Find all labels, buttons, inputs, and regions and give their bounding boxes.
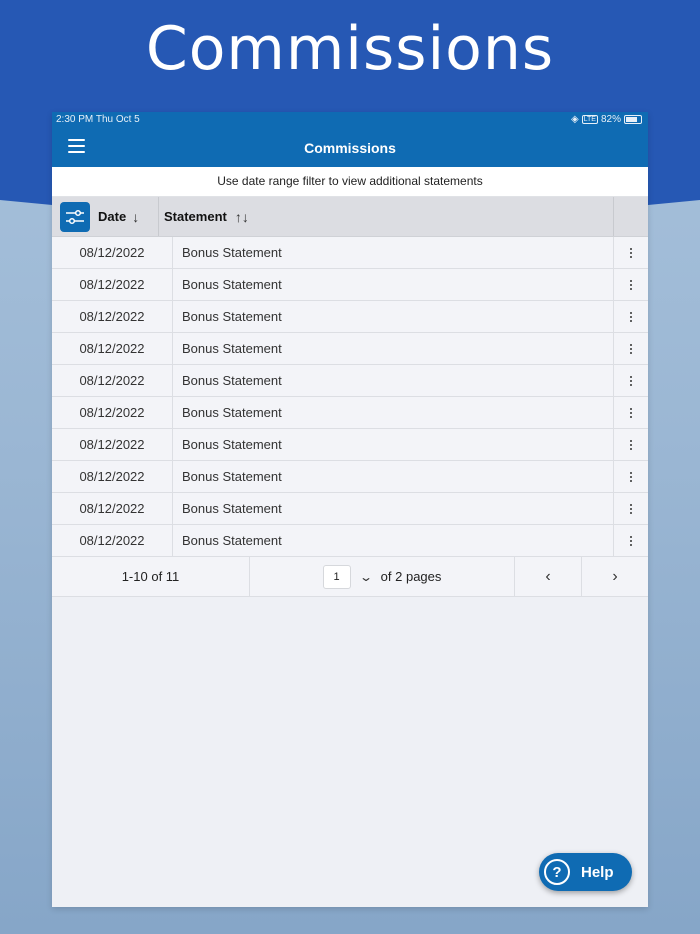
wifi-icon: ◈ [570,114,579,125]
row-date: 08/12/2022 [52,237,173,268]
header-title: Commissions [304,140,396,156]
chevron-left-icon: ‹ [545,567,551,585]
column-header-statement[interactable]: Statement ↑↓ [159,209,613,225]
column-header-date[interactable]: Date ↓ [90,209,158,225]
row-statement: Bonus Statement [182,341,282,356]
battery-level: 82% [600,114,621,125]
row-more-button[interactable] [613,301,648,332]
help-label: Help [581,863,614,881]
sort-descending-icon: ↓ [132,208,140,225]
row-date: 08/12/2022 [52,269,173,300]
sort-toggle-icon: ↑↓ [234,208,249,225]
row-date: 08/12/2022 [52,429,173,460]
next-page-button[interactable]: › [581,557,648,596]
row-statement: Bonus Statement [182,501,282,516]
table-row[interactable]: 08/12/2022 Bonus Statement [52,269,648,301]
row-statement: Bonus Statement [182,277,282,292]
page-selector: 1 ⌄ of 2 pages [250,557,515,596]
column-header-actions [613,197,648,236]
status-bar: 2:30 PM Thu Oct 5 ◈ LTE 82% [52,112,648,128]
row-date: 08/12/2022 [52,397,173,428]
filter-sliders-icon [66,209,84,224]
table-row[interactable]: 08/12/2022 Bonus Statement [52,461,648,493]
row-more-button[interactable] [613,461,648,492]
more-vertical-icon [630,375,632,386]
row-date: 08/12/2022 [52,301,173,332]
row-date: 08/12/2022 [52,525,173,556]
column-statement-label: Statement [164,209,227,224]
table-row[interactable]: 08/12/2022 Bonus Statement [52,493,648,525]
row-statement: Bonus Statement [182,533,282,548]
hero-title: Commissions [145,14,555,84]
row-more-button[interactable] [613,493,648,524]
row-statement: Bonus Statement [182,373,282,388]
statement-list: 08/12/2022 Bonus Statement 08/12/2022 Bo… [52,237,648,557]
app-header: 2:30 PM Thu Oct 5 ◈ LTE 82% Commissions [52,112,648,167]
more-vertical-icon [630,279,632,290]
table-row[interactable]: 08/12/2022 Bonus Statement [52,365,648,397]
row-more-button[interactable] [613,397,648,428]
row-statement: Bonus Statement [182,437,282,452]
chevron-right-icon: › [612,567,618,585]
row-more-button[interactable] [613,525,648,556]
row-more-button[interactable] [613,269,648,300]
chevron-down-icon[interactable]: ⌄ [359,570,373,584]
table-row[interactable]: 08/12/2022 Bonus Statement [52,301,648,333]
network-badge: LTE [581,115,598,124]
battery-icon [624,115,642,124]
table-row[interactable]: 08/12/2022 Bonus Statement [52,333,648,365]
page-number-input[interactable]: 1 [322,564,351,589]
row-date: 08/12/2022 [52,333,173,364]
row-more-button[interactable] [613,429,648,460]
date-filter-notice: Use date range filter to view additional… [52,167,648,197]
row-date: 08/12/2022 [52,493,173,524]
app-screen: 2:30 PM Thu Oct 5 ◈ LTE 82% Commissions … [52,112,648,907]
more-vertical-icon [630,471,632,482]
filter-button[interactable] [60,201,90,232]
more-vertical-icon [630,343,632,354]
table-row[interactable]: 08/12/2022 Bonus Statement [52,429,648,461]
previous-page-button[interactable]: ‹ [515,557,581,596]
more-vertical-icon [630,247,632,258]
more-vertical-icon [630,439,632,450]
status-indicators: ◈ LTE 82% [571,114,642,125]
row-more-button[interactable] [613,237,648,268]
table-row[interactable]: 08/12/2022 Bonus Statement [52,525,648,557]
more-vertical-icon [630,535,632,546]
pagination-bar: 1-10 of 11 1 ⌄ of 2 pages ‹ › [52,557,648,597]
pagination-count: 1-10 of 11 [52,557,250,596]
table-row[interactable]: 08/12/2022 Bonus Statement [52,237,648,269]
row-statement: Bonus Statement [182,469,282,484]
more-vertical-icon [630,311,632,322]
row-more-button[interactable] [613,365,648,396]
more-vertical-icon [630,503,632,514]
row-date: 08/12/2022 [52,365,173,396]
row-statement: Bonus Statement [182,245,282,260]
row-more-button[interactable] [613,333,648,364]
column-date-label: Date [98,209,127,224]
row-statement: Bonus Statement [182,309,282,324]
grid-header: Date ↓ Statement ↑↓ [52,197,648,237]
help-question-icon: ? [544,859,570,885]
help-button[interactable]: ? Help [539,853,632,891]
row-date: 08/12/2022 [52,461,173,492]
total-pages-label: of 2 pages [380,569,442,584]
more-vertical-icon [630,407,632,418]
table-row[interactable]: 08/12/2022 Bonus Statement [52,397,648,429]
row-statement: Bonus Statement [182,405,282,420]
status-time: 2:30 PM Thu Oct 5 [56,114,140,125]
